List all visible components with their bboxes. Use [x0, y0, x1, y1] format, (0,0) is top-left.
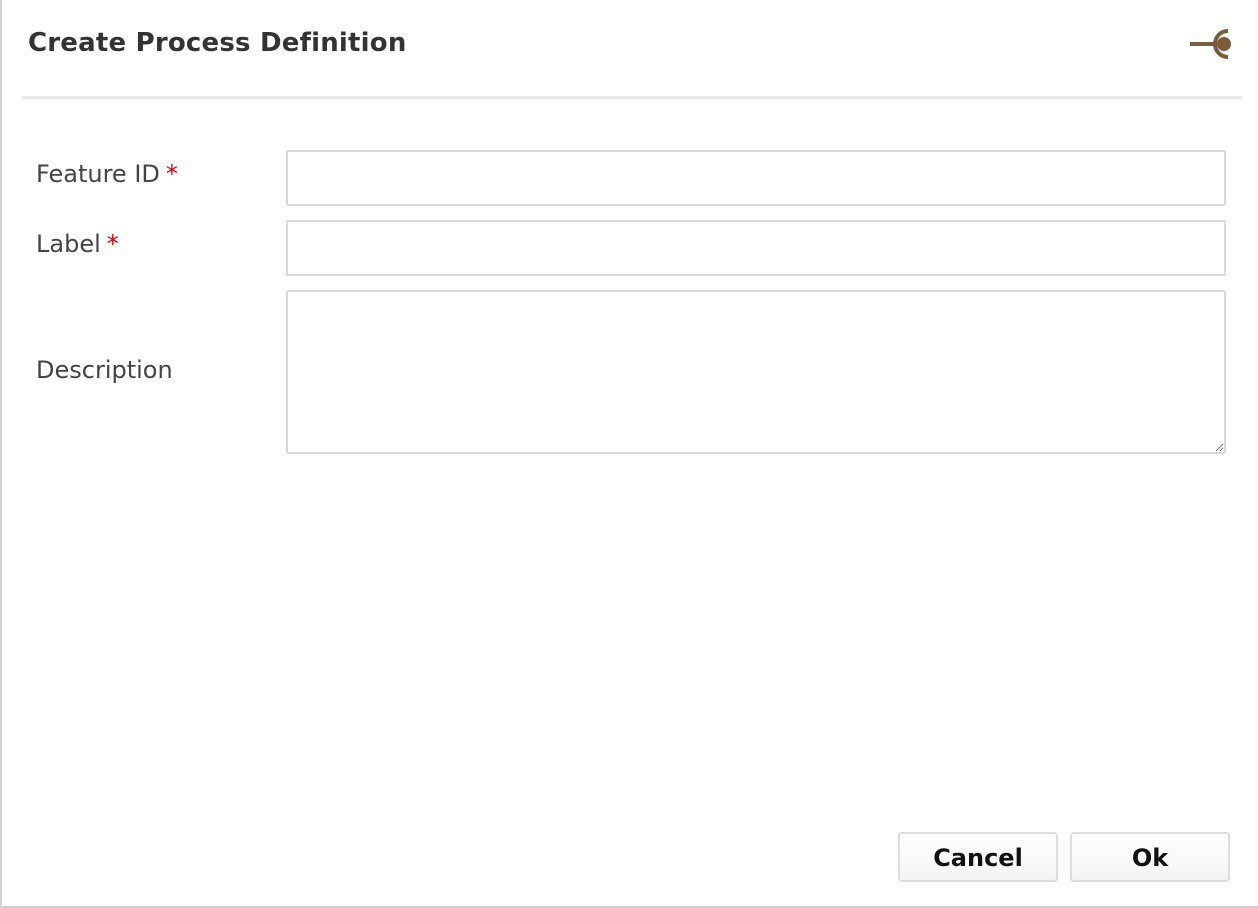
pin-icon[interactable] — [1188, 24, 1238, 64]
description-label-text: Description — [36, 356, 173, 384]
dialog-header: Create Process Definition — [22, 0, 1242, 99]
feature-id-label: Feature ID * — [36, 160, 178, 188]
cancel-button[interactable]: Cancel — [898, 832, 1058, 882]
feature-id-label-text: Feature ID — [36, 160, 160, 188]
label-field-label: Label * — [36, 230, 119, 258]
create-process-definition-dialog: Create Process Definition Feature ID * La… — [0, 0, 1258, 908]
required-marker: * — [106, 230, 119, 258]
dialog-title: Create Process Definition — [28, 28, 407, 58]
label-input[interactable] — [286, 220, 1226, 276]
ok-button[interactable]: Ok — [1070, 832, 1230, 882]
label-field-label-text: Label — [36, 230, 101, 258]
required-marker: * — [165, 160, 178, 188]
description-textarea[interactable] — [286, 290, 1226, 454]
feature-id-input[interactable] — [286, 150, 1226, 206]
description-label: Description — [36, 356, 173, 384]
